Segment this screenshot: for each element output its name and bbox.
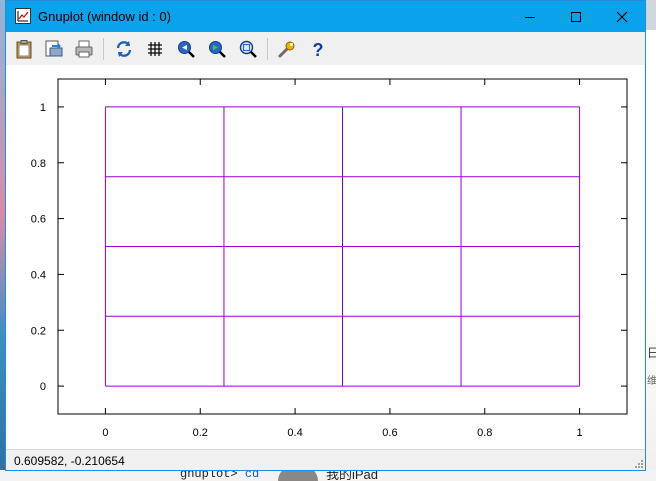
export-button[interactable] bbox=[42, 37, 66, 61]
minimize-icon bbox=[525, 16, 535, 18]
zoom-next-button[interactable] bbox=[205, 37, 229, 61]
close-icon bbox=[616, 11, 628, 22]
gnuplot-window: Gnuplot (window id : 0) ? 0 0.2 0.4 0.6 … bbox=[5, 0, 646, 471]
replot-button[interactable] bbox=[112, 37, 136, 61]
clipboard-icon bbox=[16, 40, 32, 59]
x-tick-label: 0 bbox=[102, 427, 108, 439]
zoom-previous-button[interactable] bbox=[174, 37, 198, 61]
maximize-button[interactable] bbox=[553, 1, 599, 32]
resize-grip-icon[interactable] bbox=[633, 458, 643, 468]
options-button[interactable] bbox=[275, 37, 299, 61]
y-tick-label: 0.2 bbox=[31, 325, 46, 337]
x-tick-label: 0.2 bbox=[193, 427, 208, 439]
desktop-side-text: 日 bbox=[647, 346, 656, 360]
plot-canvas[interactable]: 0 0.2 0.4 0.6 0.8 1 0 0.2 0.4 0.6 0.8 1 bbox=[6, 65, 645, 449]
y-tick-label: 0.4 bbox=[31, 269, 46, 281]
unzoom-button[interactable] bbox=[236, 37, 260, 61]
replot-icon bbox=[116, 41, 132, 57]
y-tick-label: 0.8 bbox=[31, 158, 46, 170]
zoom-next-icon bbox=[209, 41, 226, 58]
grid-icon bbox=[148, 42, 162, 56]
print-button[interactable] bbox=[72, 37, 96, 61]
x-tick-label: 0.4 bbox=[287, 427, 302, 439]
title-bar[interactable]: Gnuplot (window id : 0) bbox=[6, 1, 645, 32]
window-title: Gnuplot (window id : 0) bbox=[38, 9, 171, 24]
export-icon bbox=[45, 40, 63, 57]
x-tick-label: 1 bbox=[577, 427, 583, 439]
status-bar: 0.609582, -0.210654 bbox=[6, 449, 645, 470]
zoom-previous-icon bbox=[178, 41, 195, 58]
y-tick-label: 1 bbox=[40, 102, 46, 114]
copy-clipboard-button[interactable] bbox=[12, 37, 36, 61]
desktop-side-text-2: 维 bbox=[647, 376, 656, 387]
unzoom-icon bbox=[239, 40, 257, 58]
svg-text:?: ? bbox=[313, 40, 324, 59]
help-icon: ? bbox=[313, 40, 324, 59]
toolbar-separator bbox=[267, 38, 268, 60]
gnuplot-app-icon[interactable] bbox=[15, 8, 31, 24]
gnuplot-chart: 0 0.2 0.4 0.6 0.8 1 0 0.2 0.4 0.6 0.8 1 bbox=[31, 78, 628, 439]
x-tick-label: 0.8 bbox=[477, 427, 492, 439]
options-wrench-icon bbox=[278, 41, 295, 58]
y-tick-label: 0 bbox=[40, 381, 46, 393]
desktop-background-right bbox=[646, 30, 656, 470]
maximize-icon bbox=[571, 11, 581, 22]
x-tick-label: 0.6 bbox=[382, 427, 397, 439]
close-button[interactable] bbox=[599, 1, 645, 32]
minimize-button[interactable] bbox=[507, 1, 553, 32]
grid-button[interactable] bbox=[143, 37, 167, 61]
toolbar-separator bbox=[103, 38, 104, 60]
cursor-coordinates: 0.609582, -0.210654 bbox=[14, 454, 125, 468]
y-tick-label: 0.6 bbox=[31, 214, 46, 226]
print-icon bbox=[75, 40, 93, 58]
toolbar: ? bbox=[6, 32, 645, 65]
help-button[interactable]: ? bbox=[306, 37, 330, 61]
